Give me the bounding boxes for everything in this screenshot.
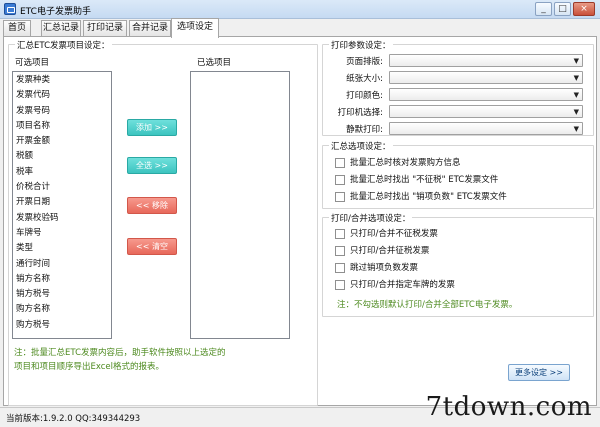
chevron-down-icon: ▼ <box>573 57 579 65</box>
checkbox[interactable] <box>335 229 345 239</box>
printer-select[interactable]: ▼ <box>389 105 583 118</box>
print-merge-options-title: 打印/合并选项设定： <box>329 212 413 224</box>
print-color-label: 打印颜色: <box>346 91 383 101</box>
checkbox[interactable] <box>335 192 345 202</box>
remove-button[interactable]: << 移除 <box>127 197 177 214</box>
select-all-button[interactable]: 全选 >> <box>127 157 177 174</box>
summary-options-group: 汇总选项设定： 批量汇总时核对发票购方信息 批量汇总时找出 "不征税" ETC发… <box>322 140 594 209</box>
checkbox[interactable] <box>335 158 345 168</box>
window-title: ETC电子发票助手 <box>20 7 91 17</box>
paper-size-label: 纸张大小: <box>346 74 383 84</box>
tab-home[interactable]: 首页 <box>3 20 31 37</box>
checkbox-label: 跳过销项负数发票 <box>350 263 419 273</box>
checkbox-label: 只打印/合并不征税发票 <box>350 229 438 239</box>
list-item[interactable]: 开票日期 <box>13 195 111 210</box>
available-items-label: 可选项目 <box>15 58 50 68</box>
list-item[interactable]: 项目名称 <box>13 119 111 134</box>
minimize-button[interactable]: _ <box>535 2 552 16</box>
list-item[interactable]: 税额 <box>13 149 111 164</box>
summary-fields-title: 汇总ETC发票项目设定： <box>15 39 112 51</box>
list-item[interactable]: 税率 <box>13 165 111 180</box>
list-item[interactable]: 发票号码 <box>13 104 111 119</box>
list-item[interactable]: 通行时间 <box>13 257 111 272</box>
printer-select-label: 打印机选择: <box>337 108 383 118</box>
list-item[interactable]: 开票金额 <box>13 134 111 149</box>
print-params-group: 打印参数设定： 页面排版: ▼ 纸张大小: ▼ 打印颜色: ▼ 打印机选择: ▼… <box>322 39 594 136</box>
chevron-down-icon: ▼ <box>573 125 579 133</box>
print-merge-note: 注：不勾选则默认打印/合并全部ETC电子发票。 <box>337 300 518 310</box>
silent-print-label: 静默打印: <box>346 125 383 135</box>
checkbox-label: 只打印/合并指定车牌的发票 <box>350 280 455 290</box>
chevron-down-icon: ▼ <box>573 74 579 82</box>
add-button[interactable]: 添加 >> <box>127 119 177 136</box>
page-layout-select[interactable]: ▼ <box>389 54 583 67</box>
list-item[interactable]: 销方名称 <box>13 272 111 287</box>
selected-items-list[interactable] <box>190 71 290 339</box>
tab-option-settings[interactable]: 选项设定 <box>171 18 219 38</box>
list-item[interactable]: 类型 <box>13 241 111 256</box>
list-item[interactable]: 价税合计 <box>13 180 111 195</box>
print-merge-options-group: 打印/合并选项设定： 只打印/合并不征税发票 只打印/合并征税发票 跳过销项负数… <box>322 212 594 317</box>
list-item[interactable]: 发票校验码 <box>13 211 111 226</box>
watermark: 7tdown.com <box>425 392 592 422</box>
selected-items-label: 已选项目 <box>197 58 232 68</box>
list-item[interactable]: 发票种类 <box>13 73 111 88</box>
list-item[interactable]: 车牌号 <box>13 226 111 241</box>
version-status: 当前版本:1.9.2.0 QQ:349344293 <box>6 414 141 424</box>
maximize-button[interactable]: □ <box>554 2 571 16</box>
chevron-down-icon: ▼ <box>573 91 579 99</box>
more-settings-button[interactable]: 更多设定 >> <box>508 364 570 381</box>
list-item[interactable]: 销方税号 <box>13 287 111 302</box>
checkbox[interactable] <box>335 263 345 273</box>
options-panel: 汇总ETC发票项目设定： 可选项目 已选项目 发票种类 发票代码 发票号码 项目… <box>3 36 597 406</box>
checkbox-label: 批量汇总时找出 "不征税" ETC发票文件 <box>350 175 499 185</box>
list-item[interactable]: 发票代码 <box>13 88 111 103</box>
list-item[interactable]: 购方名称 <box>13 302 111 317</box>
checkbox[interactable] <box>335 280 345 290</box>
checkbox[interactable] <box>335 246 345 256</box>
print-params-title: 打印参数设定： <box>329 39 393 51</box>
summary-note-line-2: 项目和项目顺序导出Excel格式的报表。 <box>14 362 165 372</box>
checkbox-label: 只打印/合并征税发票 <box>350 246 430 256</box>
paper-size-select[interactable]: ▼ <box>389 71 583 84</box>
print-color-select[interactable]: ▼ <box>389 88 583 101</box>
tab-print-records[interactable]: 打印记录 <box>83 20 127 37</box>
title-bar: ETC电子发票助手 _ □ × <box>0 0 600 19</box>
page-layout-label: 页面排版: <box>346 57 383 67</box>
tab-summary-records[interactable]: 汇总记录 <box>41 20 81 37</box>
close-button[interactable]: × <box>573 2 595 16</box>
checkbox[interactable] <box>335 175 345 185</box>
checkbox-label: 批量汇总时找出 "销项负数" ETC发票文件 <box>350 192 507 202</box>
summary-options-title: 汇总选项设定： <box>329 140 393 152</box>
summary-fields-group: 汇总ETC发票项目设定： 可选项目 已选项目 发票种类 发票代码 发票号码 项目… <box>8 39 318 406</box>
app-icon <box>4 3 16 15</box>
tab-merge-records[interactable]: 合并记录 <box>129 20 171 37</box>
chevron-down-icon: ▼ <box>573 108 579 116</box>
silent-print-select[interactable]: ▼ <box>389 122 583 135</box>
tab-strip: 首页 汇总记录 打印记录 合并记录 选项设定 <box>3 18 597 38</box>
list-item[interactable]: 购方税号 <box>13 318 111 333</box>
checkbox-label: 批量汇总时核对发票购方信息 <box>350 158 461 168</box>
clear-button[interactable]: << 清空 <box>127 238 177 255</box>
available-items-list[interactable]: 发票种类 发票代码 发票号码 项目名称 开票金额 税额 税率 价税合计 开票日期… <box>12 71 112 339</box>
summary-note-line-1: 注：批量汇总ETC发票内容后，助手软件按照以上选定的 <box>14 348 226 358</box>
